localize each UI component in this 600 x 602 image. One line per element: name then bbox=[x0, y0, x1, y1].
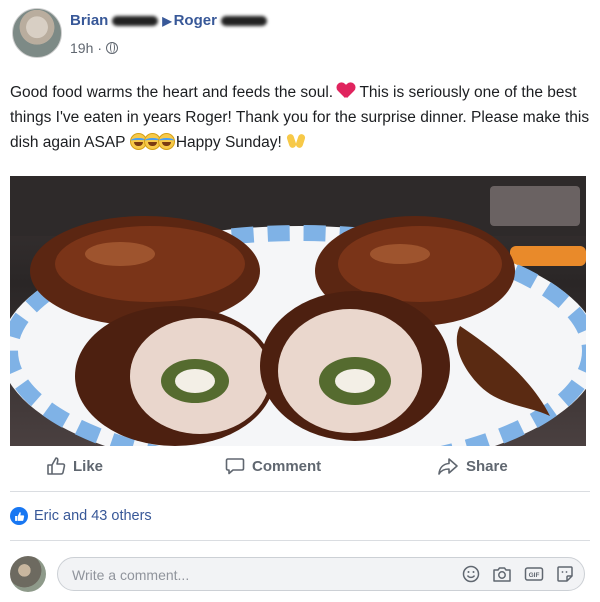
camera-icon[interactable] bbox=[492, 565, 512, 583]
share-label: Share bbox=[466, 457, 508, 475]
sticker-icon[interactable] bbox=[556, 565, 574, 583]
comment-label: Comment bbox=[252, 457, 322, 475]
reactions-summary[interactable]: Eric and 43 others bbox=[10, 507, 152, 525]
comment-button[interactable]: Comment bbox=[225, 456, 321, 476]
recipient-name[interactable]: Roger bbox=[174, 12, 217, 29]
comment-input-box[interactable]: GIF bbox=[57, 557, 585, 591]
timestamp[interactable]: 19h bbox=[70, 40, 93, 56]
heart-emoji-icon bbox=[337, 83, 355, 100]
commenter-avatar bbox=[10, 556, 46, 592]
share-button[interactable]: Share bbox=[437, 456, 508, 476]
post-text: Good food warms the heart and feeds the … bbox=[10, 80, 590, 155]
post-text-part-1: Good food warms the heart and feeds the … bbox=[10, 84, 334, 101]
redacted-surname bbox=[112, 16, 159, 27]
like-button[interactable]: Like bbox=[46, 456, 103, 476]
food-photo-illustration bbox=[10, 176, 586, 446]
thumbs-up-icon bbox=[47, 457, 66, 475]
gif-icon[interactable]: GIF bbox=[524, 565, 544, 583]
post-header: Brian ▶ Roger 19h · bbox=[0, 0, 600, 70]
post-meta: 19h · bbox=[70, 40, 119, 56]
raised-hands-emoji-icon bbox=[286, 130, 306, 150]
author-name[interactable]: Brian bbox=[70, 12, 108, 29]
svg-text:GIF: GIF bbox=[529, 572, 540, 579]
divider bbox=[10, 540, 590, 541]
comment-bubble-icon bbox=[225, 458, 245, 475]
comment-input[interactable] bbox=[70, 564, 434, 586]
globe-icon[interactable] bbox=[106, 42, 119, 54]
post-photo[interactable] bbox=[10, 176, 586, 446]
post-text-part-3: Happy Sunday! bbox=[175, 134, 282, 151]
laughing-emoji-icon bbox=[157, 133, 175, 150]
reactions-text: Eric and 43 others bbox=[34, 508, 152, 524]
post-actions: Like Comment Share bbox=[0, 452, 600, 484]
arrow-right-icon: ▶ bbox=[162, 14, 172, 28]
author-avatar[interactable] bbox=[12, 8, 62, 58]
comment-composer: GIF bbox=[0, 554, 600, 602]
like-label: Like bbox=[73, 457, 104, 475]
post-names: Brian ▶ Roger bbox=[70, 12, 271, 29]
redacted-surname bbox=[220, 16, 267, 27]
like-reaction-icon bbox=[10, 507, 28, 525]
share-arrow-icon bbox=[438, 458, 458, 475]
divider bbox=[10, 491, 590, 492]
emoji-icon[interactable] bbox=[462, 565, 480, 583]
comment-tools: GIF bbox=[462, 565, 574, 583]
